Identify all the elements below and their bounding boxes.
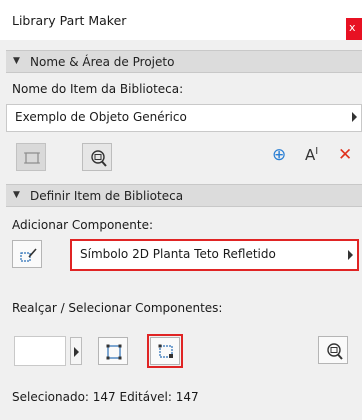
add-circle-icon[interactable]: ⊕ (272, 145, 286, 165)
filter-arrow-button[interactable] (70, 337, 82, 365)
collapse-triangle-icon: ▼ (13, 190, 20, 200)
delete-x-icon[interactable]: ✕ (338, 145, 352, 165)
window-title: Library Part Maker (12, 13, 127, 28)
item-name-field[interactable]: Exemplo de Objeto Genérico (6, 104, 362, 132)
component-pencil-icon (20, 248, 37, 262)
close-button[interactable]: x (346, 18, 362, 40)
zoom-fit-icon (91, 150, 107, 167)
select-area-button[interactable] (16, 143, 46, 171)
zoom-fit-icon (327, 343, 343, 360)
text-size-icon[interactable]: AI (305, 146, 318, 164)
selection-rectangle-icon (106, 344, 122, 360)
chevron-right-icon (74, 347, 79, 357)
highlight-frame-component (70, 239, 359, 271)
highlight-select-label: Realçar / Selecionar Componentes: (12, 301, 223, 315)
text-size-cursor: I (315, 146, 319, 157)
window-titlebar: Library Part Maker x (0, 0, 362, 40)
chevron-right-icon (352, 112, 357, 122)
selection-status: Selecionado: 147 Editável: 147 (12, 390, 199, 404)
item-name-label: Nome do Item da Biblioteca: (12, 82, 184, 96)
select-all-button[interactable] (98, 337, 128, 365)
text-size-letter: A (305, 146, 316, 164)
close-icon: x (349, 21, 356, 34)
section-header-project[interactable]: ▼ Nome & Área de Projeto (6, 50, 362, 73)
section-header-label: Definir Item de Biblioteca (30, 189, 184, 203)
highlight-frame-select (147, 334, 183, 368)
section-header-label: Nome & Área de Projeto (30, 55, 175, 69)
item-name-value: Exemplo de Objeto Genérico (15, 110, 187, 124)
add-component-label: Adicionar Componente: (12, 218, 154, 232)
component-filter-field[interactable] (14, 336, 66, 366)
zoom-fit-button-2[interactable] (318, 336, 348, 364)
selection-rectangle-icon (24, 152, 40, 164)
pick-component-button[interactable] (12, 240, 42, 268)
section-header-define[interactable]: ▼ Definir Item de Biblioteca (6, 184, 362, 207)
collapse-triangle-icon: ▼ (13, 56, 20, 66)
zoom-fit-button[interactable] (82, 143, 112, 171)
